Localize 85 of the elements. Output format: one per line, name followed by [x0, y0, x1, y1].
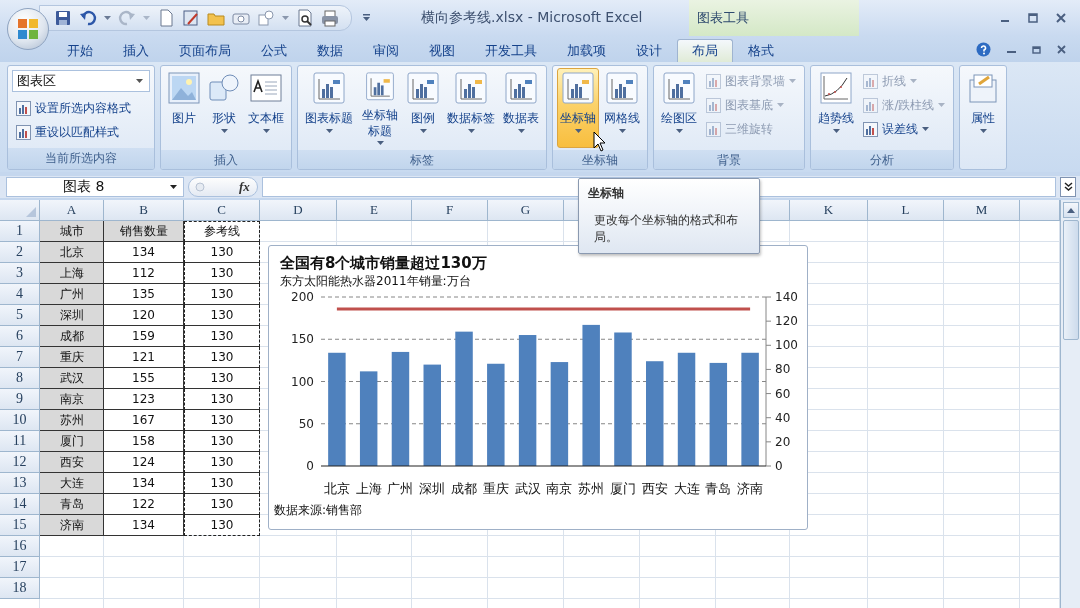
table-cell: 121: [104, 347, 184, 368]
category-label: 上海: [355, 481, 382, 496]
group-label: 当前所选内容: [8, 148, 154, 169]
table-cell: 158: [104, 431, 184, 452]
table-cell: 深圳: [40, 305, 104, 326]
table-cell: 北京: [40, 242, 104, 263]
table-cell: 城市: [40, 221, 104, 242]
table-cell: 大连: [40, 473, 104, 494]
table-cell: 130: [184, 515, 260, 536]
table-cell: 134: [104, 515, 184, 536]
axis-label: 100: [775, 338, 798, 353]
table-cell: 130: [184, 326, 260, 347]
contextual-tab-group-label: 图表工具: [689, 0, 859, 36]
category-label: 广州: [387, 481, 414, 496]
table-cell: 130: [184, 452, 260, 473]
table-cell: 销售数量: [104, 221, 184, 242]
axis-label: 100: [291, 374, 314, 389]
window-title: 横向参考线.xlsx - Microsoft Excel: [421, 9, 644, 27]
category-label: 成都: [451, 481, 478, 496]
axis-label: 80: [775, 362, 791, 377]
group-label: 背景: [654, 150, 805, 169]
table-cell: 130: [184, 305, 260, 326]
axis-label: 120: [775, 314, 798, 329]
axis-label: 60: [775, 386, 791, 401]
table-cell: 135: [104, 284, 184, 305]
table-cell: 123: [104, 389, 184, 410]
table-cell: 济南: [40, 515, 104, 536]
category-label: 重庆: [482, 481, 509, 496]
table-cell: 成都: [40, 326, 104, 347]
table-cell: 120: [104, 305, 184, 326]
axis-label: 20: [775, 434, 791, 449]
axis-label: 0: [306, 459, 314, 473]
table-cell: 130: [184, 263, 260, 284]
table-cell: 厦门: [40, 431, 104, 452]
category-label: 武汉: [514, 481, 541, 496]
table-cell: 134: [104, 242, 184, 263]
category-label: 苏州: [578, 481, 605, 496]
table-cell: 130: [184, 389, 260, 410]
tooltip-text: 更改每个坐标轴的格式和布局。: [593, 212, 739, 247]
category-label: 厦门: [609, 481, 636, 496]
table-cell: 西安: [40, 452, 104, 473]
axis-label: 50: [298, 416, 314, 431]
table-cell: 上海: [40, 263, 104, 284]
chart-subtitle: 东方太阳能热水器2011年销量:万台: [279, 273, 472, 290]
table-cell: 134: [104, 473, 184, 494]
table-cell: 参考线: [184, 221, 260, 242]
table-cell: 南京: [40, 389, 104, 410]
table-cell: 130: [184, 368, 260, 389]
category-label: 西安: [641, 481, 668, 496]
axis-label: 0: [775, 459, 783, 473]
table-cell: 重庆: [40, 347, 104, 368]
chart-source-note: 数据来源:销售部: [274, 502, 363, 519]
table-cell: 130: [184, 494, 260, 515]
table-cell: 112: [104, 263, 184, 284]
group-label: 坐标轴: [553, 150, 648, 169]
table-cell: 武汉: [40, 368, 104, 389]
table-cell: 130: [184, 284, 260, 305]
category-label: 深圳: [419, 481, 446, 496]
axis-label: 40: [775, 410, 791, 425]
table-cell: 130: [184, 410, 260, 431]
group-label: 标签: [298, 150, 547, 169]
table-cell: 青岛: [40, 494, 104, 515]
tooltip-title: 坐标轴: [588, 185, 625, 202]
group-label: 插入: [161, 150, 291, 169]
table-cell: 122: [104, 494, 184, 515]
table-cell: 130: [184, 347, 260, 368]
axis-label: 200: [291, 290, 314, 304]
table-cell: 167: [104, 410, 184, 431]
chart-title: 全国有8个城市销量超过130万: [279, 254, 488, 273]
table-cell: 苏州: [40, 410, 104, 431]
table-cell: 130: [184, 473, 260, 494]
axis-label: 140: [775, 290, 798, 304]
table-cell: 159: [104, 326, 184, 347]
table-cell: 155: [104, 368, 184, 389]
axis-label: 150: [291, 332, 314, 347]
table-cell: 广州: [40, 284, 104, 305]
category-label: 北京: [323, 481, 350, 496]
table-cell: 130: [184, 431, 260, 452]
category-label: 南京: [546, 481, 573, 496]
category-label: 青岛: [705, 481, 732, 496]
table-cell: 130: [184, 242, 260, 263]
category-label: 济南: [737, 481, 764, 496]
category-label: 大连: [673, 481, 700, 496]
table-cell: 124: [104, 452, 184, 473]
group-label: 分析: [811, 150, 954, 169]
